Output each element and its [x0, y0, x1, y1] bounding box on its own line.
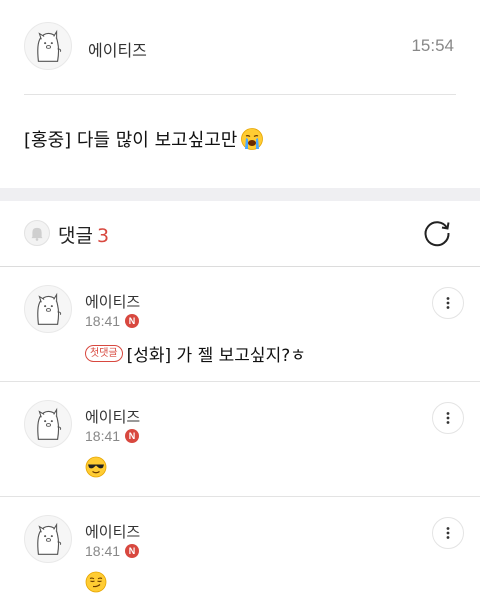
- vertical-ellipsis-icon: [446, 297, 450, 309]
- comment-timestamp: 18:41: [85, 428, 121, 444]
- post-body-text: [홍중] 다들 많이 보고싶고만: [24, 130, 238, 151]
- post-header-divider: [24, 94, 456, 95]
- vertical-ellipsis-icon: [446, 412, 450, 424]
- comment-meta: 18:41 N: [85, 313, 140, 329]
- ghost-mascot-icon: [37, 292, 62, 325]
- post-author-name[interactable]: 에이티즈: [88, 37, 147, 61]
- post-author-avatar[interactable]: [24, 22, 72, 70]
- comment-author-avatar[interactable]: [24, 400, 72, 448]
- comments-count: 3: [96, 225, 110, 247]
- comment-author-avatar[interactable]: [24, 515, 72, 563]
- comment-meta: 18:41 N: [85, 428, 140, 444]
- more-options-button[interactable]: [432, 402, 464, 434]
- first-comment-badge: 첫댓글: [85, 345, 123, 362]
- comment-item: 에이티즈 18:41 N 첫댓글 [성화] 가 젤 보고싶지?ㅎ: [0, 267, 480, 382]
- comment-author-name[interactable]: 에이티즈: [85, 406, 140, 427]
- comment-meta: 18:41 N: [85, 543, 140, 559]
- more-options-button[interactable]: [432, 517, 464, 549]
- comment-body: 첫댓글 [성화] 가 젤 보고싶지?ㅎ: [85, 341, 306, 366]
- comments-title: 댓글 3: [58, 221, 109, 248]
- bell-icon[interactable]: [24, 220, 50, 246]
- comment-author-avatar[interactable]: [24, 285, 72, 333]
- ghost-mascot-icon: [37, 407, 62, 440]
- refresh-icon[interactable]: [420, 216, 454, 250]
- more-options-button[interactable]: [432, 287, 464, 319]
- comment-text: [성화] 가 젤 보고싶지?ㅎ: [126, 346, 306, 366]
- smirking-face-icon: [85, 571, 107, 593]
- new-badge: N: [125, 544, 140, 558]
- ghost-mascot-icon: [37, 29, 62, 62]
- new-badge: N: [125, 429, 140, 443]
- comment-item: 에이티즈 18:41 N: [0, 382, 480, 497]
- comment-timestamp: 18:41: [85, 313, 121, 329]
- sunglasses-face-icon: [85, 456, 107, 478]
- post-body: [홍중] 다들 많이 보고싶고만: [24, 126, 264, 152]
- comment-author-name[interactable]: 에이티즈: [85, 291, 140, 312]
- loudly-crying-face-icon: [240, 127, 264, 151]
- comment-item: 에이티즈 18:41 N: [0, 497, 480, 610]
- section-separator: [0, 188, 480, 201]
- comment-author-name[interactable]: 에이티즈: [85, 521, 140, 542]
- post-timestamp: 15:54: [411, 36, 454, 55]
- ghost-mascot-icon: [37, 522, 62, 555]
- new-badge: N: [125, 314, 140, 328]
- vertical-ellipsis-icon: [446, 527, 450, 539]
- comment-timestamp: 18:41: [85, 543, 121, 559]
- comments-label: 댓글: [58, 225, 93, 247]
